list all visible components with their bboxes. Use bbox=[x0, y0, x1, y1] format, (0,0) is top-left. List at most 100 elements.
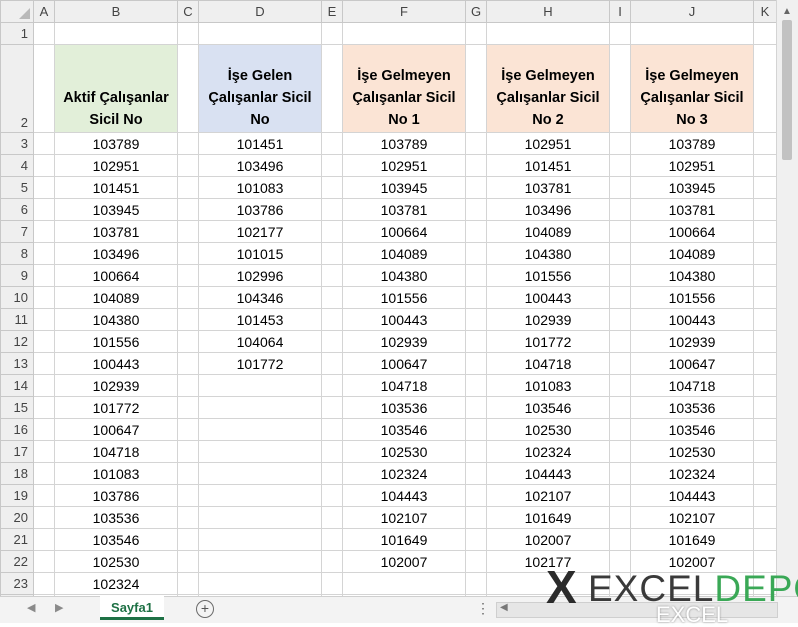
cell-k1[interactable] bbox=[753, 22, 777, 45]
cell-f18[interactable]: 102324 bbox=[342, 462, 466, 485]
cell-a23[interactable] bbox=[33, 572, 55, 595]
cell-c23[interactable] bbox=[177, 572, 199, 595]
cell-h6[interactable]: 103496 bbox=[486, 198, 610, 221]
cell-g6[interactable] bbox=[465, 198, 487, 221]
more-options-icon[interactable]: ⋮ bbox=[476, 600, 490, 617]
cell-g18[interactable] bbox=[465, 462, 487, 485]
cell-d7[interactable]: 102177 bbox=[198, 220, 322, 243]
cell-f14[interactable]: 104718 bbox=[342, 374, 466, 397]
cell-e6[interactable] bbox=[321, 198, 343, 221]
cell-d5[interactable]: 101083 bbox=[198, 176, 322, 199]
cell-i2[interactable] bbox=[609, 44, 631, 133]
cell-h15[interactable]: 103546 bbox=[486, 396, 610, 419]
cell-c14[interactable] bbox=[177, 374, 199, 397]
cell-g3[interactable] bbox=[465, 132, 487, 155]
cell-b19[interactable]: 103786 bbox=[54, 484, 178, 507]
cell-j3[interactable]: 103789 bbox=[630, 132, 754, 155]
cell-d4[interactable]: 103496 bbox=[198, 154, 322, 177]
row-header-12[interactable]: 12 bbox=[0, 330, 34, 353]
cell-k6[interactable] bbox=[753, 198, 777, 221]
cell-c15[interactable] bbox=[177, 396, 199, 419]
cell-f6[interactable]: 103781 bbox=[342, 198, 466, 221]
cell-a7[interactable] bbox=[33, 220, 55, 243]
cell-b16[interactable]: 100647 bbox=[54, 418, 178, 441]
cell-d14[interactable] bbox=[198, 374, 322, 397]
cell-b5[interactable]: 101451 bbox=[54, 176, 178, 199]
column-header-g[interactable]: G bbox=[465, 0, 487, 23]
cell-b10[interactable]: 104089 bbox=[54, 286, 178, 309]
cell-a17[interactable] bbox=[33, 440, 55, 463]
cell-i14[interactable] bbox=[609, 374, 631, 397]
cell-g10[interactable] bbox=[465, 286, 487, 309]
cell-c10[interactable] bbox=[177, 286, 199, 309]
cell-i1[interactable] bbox=[609, 22, 631, 45]
row-header-11[interactable]: 11 bbox=[0, 308, 34, 331]
cell-d1[interactable] bbox=[198, 22, 322, 45]
cell-k4[interactable] bbox=[753, 154, 777, 177]
cell-e14[interactable] bbox=[321, 374, 343, 397]
cell-h8[interactable]: 104380 bbox=[486, 242, 610, 265]
cell-d20[interactable] bbox=[198, 506, 322, 529]
row-header-23[interactable]: 23 bbox=[0, 572, 34, 595]
cell-c4[interactable] bbox=[177, 154, 199, 177]
cell-i4[interactable] bbox=[609, 154, 631, 177]
cell-f13[interactable]: 100647 bbox=[342, 352, 466, 375]
cell-c6[interactable] bbox=[177, 198, 199, 221]
row-header-6[interactable]: 6 bbox=[0, 198, 34, 221]
cell-g23[interactable] bbox=[465, 572, 487, 595]
cell-c11[interactable] bbox=[177, 308, 199, 331]
cell-e12[interactable] bbox=[321, 330, 343, 353]
column-header-k[interactable]: K bbox=[753, 0, 777, 23]
row-header-2[interactable]: 2 bbox=[0, 44, 34, 133]
cell-f16[interactable]: 103546 bbox=[342, 418, 466, 441]
cell-j13[interactable]: 100647 bbox=[630, 352, 754, 375]
cell-k19[interactable] bbox=[753, 484, 777, 507]
cell-i22[interactable] bbox=[609, 550, 631, 573]
cell-k13[interactable] bbox=[753, 352, 777, 375]
cell-d6[interactable]: 103786 bbox=[198, 198, 322, 221]
cell-g13[interactable] bbox=[465, 352, 487, 375]
cell-a16[interactable] bbox=[33, 418, 55, 441]
cell-g8[interactable] bbox=[465, 242, 487, 265]
cell-e3[interactable] bbox=[321, 132, 343, 155]
cell-h22[interactable]: 102177 bbox=[486, 550, 610, 573]
cell-g16[interactable] bbox=[465, 418, 487, 441]
select-all-icon[interactable] bbox=[19, 8, 30, 19]
cell-e18[interactable] bbox=[321, 462, 343, 485]
cell-a6[interactable] bbox=[33, 198, 55, 221]
cell-a22[interactable] bbox=[33, 550, 55, 573]
cell-j14[interactable]: 104718 bbox=[630, 374, 754, 397]
column-header-b[interactable]: B bbox=[54, 0, 178, 23]
cell-f12[interactable]: 102939 bbox=[342, 330, 466, 353]
cell-f21[interactable]: 101649 bbox=[342, 528, 466, 551]
cell-f19[interactable]: 104443 bbox=[342, 484, 466, 507]
cell-b20[interactable]: 103536 bbox=[54, 506, 178, 529]
cell-j5[interactable]: 103945 bbox=[630, 176, 754, 199]
cell-c17[interactable] bbox=[177, 440, 199, 463]
cell-c2[interactable] bbox=[177, 44, 199, 133]
cell-a13[interactable] bbox=[33, 352, 55, 375]
cell-b1[interactable] bbox=[54, 22, 178, 45]
cell-b8[interactable]: 103496 bbox=[54, 242, 178, 265]
header-cell-d[interactable]: İşe Gelen Çalışanlar Sicil No bbox=[198, 44, 322, 133]
cell-a11[interactable] bbox=[33, 308, 55, 331]
cell-d23[interactable] bbox=[198, 572, 322, 595]
cell-b9[interactable]: 100664 bbox=[54, 264, 178, 287]
row-header-19[interactable]: 19 bbox=[0, 484, 34, 507]
cell-i12[interactable] bbox=[609, 330, 631, 353]
column-header-h[interactable]: H bbox=[486, 0, 610, 23]
cell-i15[interactable] bbox=[609, 396, 631, 419]
cell-d17[interactable] bbox=[198, 440, 322, 463]
cell-a8[interactable] bbox=[33, 242, 55, 265]
cell-j16[interactable]: 103546 bbox=[630, 418, 754, 441]
cell-h12[interactable]: 101772 bbox=[486, 330, 610, 353]
cell-a12[interactable] bbox=[33, 330, 55, 353]
cell-b3[interactable]: 103789 bbox=[54, 132, 178, 155]
cell-h9[interactable]: 101556 bbox=[486, 264, 610, 287]
row-header-21[interactable]: 21 bbox=[0, 528, 34, 551]
row-header-7[interactable]: 7 bbox=[0, 220, 34, 243]
cell-f4[interactable]: 102951 bbox=[342, 154, 466, 177]
cell-g15[interactable] bbox=[465, 396, 487, 419]
cell-f7[interactable]: 100664 bbox=[342, 220, 466, 243]
cell-g22[interactable] bbox=[465, 550, 487, 573]
